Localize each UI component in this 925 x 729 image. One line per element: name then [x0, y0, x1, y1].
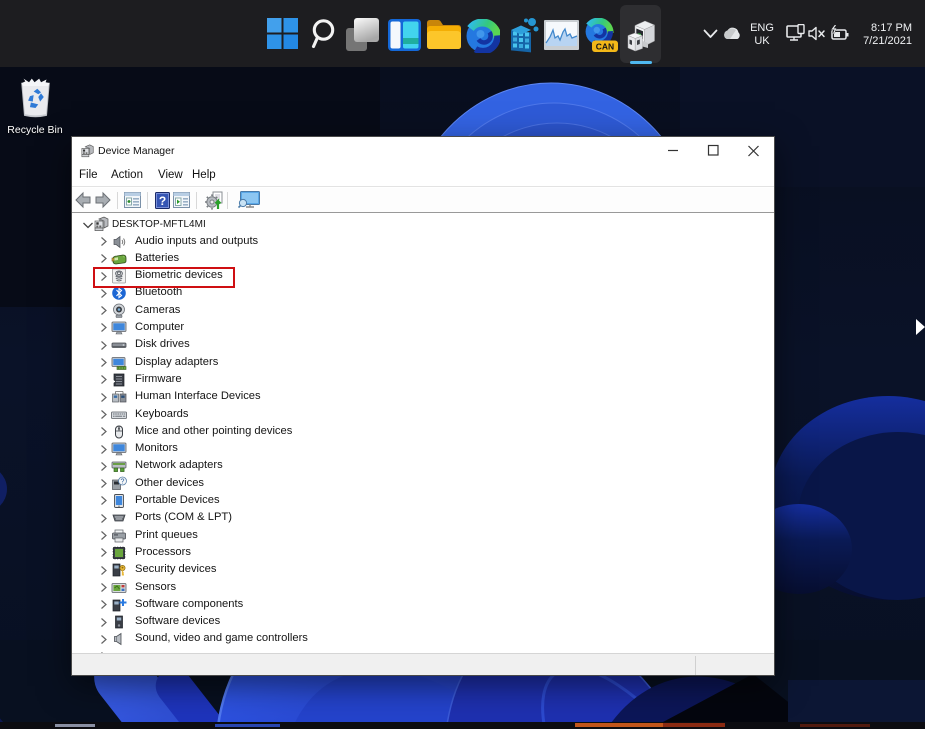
- svg-text:?: ?: [159, 194, 166, 208]
- svg-text:CAN: CAN: [596, 42, 614, 52]
- svg-text:?: ?: [121, 478, 125, 485]
